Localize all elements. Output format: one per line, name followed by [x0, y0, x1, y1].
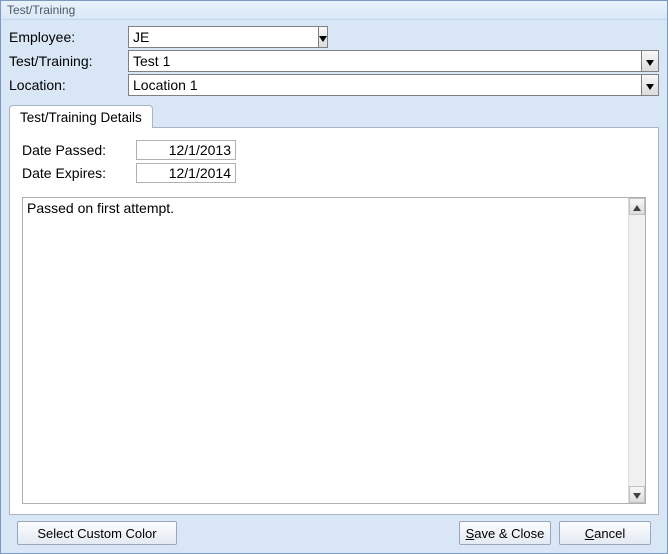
chevron-down-icon	[633, 487, 641, 502]
chevron-down-icon	[319, 30, 327, 45]
test-training-window: Test/Training Employee: Test/Training: L…	[0, 0, 668, 554]
cancel-mnemonic: C	[585, 526, 594, 541]
select-custom-color-label: Select Custom Color	[37, 526, 156, 541]
notes-textarea[interactable]	[23, 198, 628, 503]
tab-body: Date Passed: Date Expires:	[9, 127, 659, 515]
employee-label: Employee:	[9, 29, 124, 45]
employee-dropdown-button[interactable]	[318, 26, 328, 48]
chevron-up-icon	[633, 199, 641, 214]
footer: Select Custom Color Save & Close Cancel	[9, 515, 659, 553]
save-close-rest: ave & Close	[474, 526, 544, 541]
date-passed-label: Date Passed:	[22, 142, 132, 158]
employee-combo[interactable]	[128, 26, 316, 48]
location-dropdown-button[interactable]	[641, 74, 659, 96]
testtraining-dropdown-button[interactable]	[641, 50, 659, 72]
tab-details-label: Test/Training Details	[20, 110, 142, 125]
tab-details[interactable]: Test/Training Details	[9, 105, 153, 128]
scroll-up-button[interactable]	[629, 198, 645, 215]
chevron-down-icon	[646, 78, 654, 93]
cancel-rest: ancel	[594, 526, 625, 541]
cancel-button[interactable]: Cancel	[559, 521, 651, 545]
employee-input[interactable]	[128, 26, 318, 48]
titlebar: Test/Training	[1, 1, 667, 20]
location-label: Location:	[9, 77, 124, 93]
date-expires-input[interactable]	[136, 163, 236, 183]
window-title: Test/Training	[7, 3, 75, 17]
chevron-down-icon	[646, 54, 654, 69]
scroll-track[interactable]	[629, 215, 645, 486]
date-expires-label: Date Expires:	[22, 165, 132, 181]
testtraining-label: Test/Training:	[9, 53, 124, 69]
header-form: Employee: Test/Training: Location:	[1, 20, 667, 100]
testtraining-combo[interactable]	[128, 50, 659, 72]
scroll-down-button[interactable]	[629, 486, 645, 503]
select-custom-color-button[interactable]: Select Custom Color	[17, 521, 177, 545]
testtraining-input[interactable]	[128, 50, 641, 72]
tab-area: Test/Training Details Date Passed: Date …	[1, 100, 667, 553]
notes-container	[22, 197, 646, 504]
date-passed-input[interactable]	[136, 140, 236, 160]
scrollbar[interactable]	[628, 198, 645, 503]
save-close-mnemonic: S	[466, 526, 475, 541]
location-combo[interactable]	[128, 74, 659, 96]
tab-row: Test/Training Details	[9, 104, 659, 127]
save-close-button[interactable]: Save & Close	[459, 521, 551, 545]
location-input[interactable]	[128, 74, 641, 96]
details-grid: Date Passed: Date Expires:	[22, 140, 646, 183]
